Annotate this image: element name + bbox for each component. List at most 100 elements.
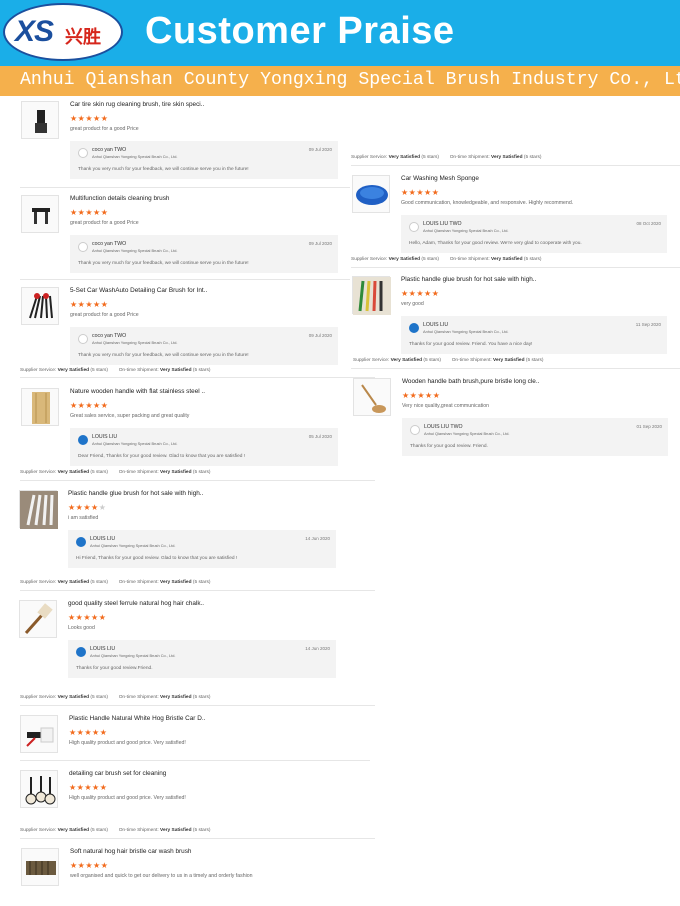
seller-reply: LOUIS LIU Anhui Qianshan Yongxing Specia… xyxy=(401,316,667,354)
seller-reply: coco yan TWO Anhui Qianshan Yongxing Spe… xyxy=(70,141,338,179)
supplier-rating-line: Supplier Service: Very Satisfied (5 star… xyxy=(20,470,211,475)
avatar xyxy=(76,537,86,547)
company-logo: XS 兴胜 xyxy=(3,3,123,61)
reply-author: LOUIS LIU xyxy=(92,434,118,440)
product-thumbnail[interactable] xyxy=(19,600,57,638)
product-thumbnail[interactable] xyxy=(21,848,59,886)
review-item: Plastic Handle Natural White Hog Bristle… xyxy=(20,715,350,755)
product-title[interactable]: Soft natural hog hair bristle car wash b… xyxy=(70,848,192,855)
product-thumbnail[interactable] xyxy=(20,770,58,808)
reply-date: 05 Jul 2020 xyxy=(308,434,332,439)
product-thumbnail[interactable] xyxy=(21,101,59,139)
divider xyxy=(20,705,375,706)
product-thumbnail[interactable] xyxy=(21,388,59,426)
product-thumbnail[interactable] xyxy=(19,490,58,529)
avatar xyxy=(78,435,88,445)
reply-date: 08 Oct 2020 xyxy=(636,221,661,226)
product-thumbnail[interactable] xyxy=(21,195,59,233)
divider xyxy=(20,377,375,378)
seller-reply: LOUIS LIU Anhui Qianshan Yongxing Specia… xyxy=(68,530,336,568)
reply-text: Thank you very much for your feedback, w… xyxy=(78,167,249,172)
product-title[interactable]: Car tire skin rug cleaning brush, tire s… xyxy=(70,101,204,108)
divider xyxy=(20,838,375,839)
product-title[interactable]: 5-Set Car WashAuto Detailing Car Brush f… xyxy=(70,287,207,294)
product-thumbnail[interactable] xyxy=(352,276,391,315)
review-item: Soft natural hog hair bristle car wash b… xyxy=(21,848,351,888)
review-comment: well organised and quick to get our deli… xyxy=(70,873,253,879)
divider xyxy=(351,368,680,369)
divider xyxy=(20,480,375,481)
star-rating: ★★★★★ xyxy=(401,289,440,298)
reply-company: Anhui Qianshan Yongxing Special Brush Co… xyxy=(424,431,510,436)
avatar xyxy=(78,334,88,344)
product-title[interactable]: good quality steel ferrule natural hog h… xyxy=(68,600,204,607)
reply-company: Anhui Qianshan Yongxing Special Brush Co… xyxy=(92,154,178,159)
reply-text: Thanks for your good review.Friend. xyxy=(76,666,153,671)
reply-company: Anhui Qianshan Yongxing Special Brush Co… xyxy=(90,543,176,548)
avatar xyxy=(409,222,419,232)
company-bar: Anhui Qianshan County Yongxing Special B… xyxy=(0,66,680,96)
review-item: Plastic handle glue brush for hot sale w… xyxy=(19,490,349,572)
supplier-rating-line: Supplier Service: Very Satisfied (5 star… xyxy=(20,828,211,833)
reply-author: LOUIS LIU TWO xyxy=(424,424,463,430)
reply-author: coco yan TWO xyxy=(92,333,127,339)
seller-reply: LOUIS LIU Anhui Qianshan Yongxing Specia… xyxy=(68,640,336,678)
reply-company: Anhui Qianshan Yongxing Special Brush Co… xyxy=(423,329,509,334)
reply-text: Hello, Adam, Thanks for your good review… xyxy=(409,241,582,246)
product-title[interactable]: Multifunction details cleaning brush xyxy=(70,195,169,202)
review-item: Wooden handle bath brush,pure bristle lo… xyxy=(353,378,680,460)
review-comment: High quality product and good price. Ver… xyxy=(69,795,186,801)
reply-company: Anhui Qianshan Yongxing Special Brush Co… xyxy=(92,340,178,345)
review-item: Plastic handle glue brush for hot sale w… xyxy=(352,276,680,358)
review-item: Multifunction details cleaning brush ★★★… xyxy=(21,195,351,277)
seller-reply: LOUIS LIU TWO Anhui Qianshan Yongxing Sp… xyxy=(402,418,668,456)
product-thumbnail[interactable] xyxy=(21,287,59,325)
review-item: Nature wooden handle with flat stainless… xyxy=(21,388,351,470)
seller-reply: LOUIS LIU TWO Anhui Qianshan Yongxing Sp… xyxy=(401,215,667,253)
product-title[interactable]: Plastic handle glue brush for hot sale w… xyxy=(68,490,203,497)
star-rating: ★★★★★ xyxy=(68,613,107,622)
product-title[interactable]: Plastic Handle Natural White Hog Bristle… xyxy=(69,715,205,722)
product-title[interactable]: Wooden handle bath brush,pure bristle lo… xyxy=(402,378,539,385)
supplier-rating-line: Supplier Service: Very Satisfied (5 star… xyxy=(20,368,211,373)
divider xyxy=(351,267,680,268)
product-thumbnail[interactable] xyxy=(353,378,391,416)
reply-text: Thanks for your good review. Friend. You… xyxy=(409,342,533,347)
product-thumbnail[interactable] xyxy=(20,715,58,753)
star-rating: ★★★★★ xyxy=(68,503,107,512)
header-banner: XS 兴胜 Customer Praise xyxy=(0,0,680,66)
reply-text: Hi Friend, Thanks for your good review. … xyxy=(76,556,238,561)
product-title[interactable]: Nature wooden handle with flat stainless… xyxy=(70,388,205,395)
reply-company: Anhui Qianshan Yongxing Special Brush Co… xyxy=(90,653,176,658)
reply-author: LOUIS LIU xyxy=(90,646,116,652)
company-name: Anhui Qianshan County Yongxing Special B… xyxy=(20,70,680,90)
reply-date: 09 Jul 2020 xyxy=(308,333,332,338)
product-thumbnail[interactable] xyxy=(352,175,390,213)
divider xyxy=(20,187,350,188)
review-comment: great product for a good Price xyxy=(70,220,139,226)
product-title[interactable]: detailing car brush set for cleaning xyxy=(69,770,166,777)
star-rating: ★★★★★ xyxy=(69,783,108,792)
seller-reply: LOUIS LIU Anhui Qianshan Yongxing Specia… xyxy=(70,428,338,466)
reply-date: 09 Jul 2020 xyxy=(308,241,332,246)
product-title[interactable]: Car Washing Mesh Sponge xyxy=(401,175,479,182)
review-item: Car tire skin rug cleaning brush, tire s… xyxy=(21,101,351,183)
reply-author: LOUIS LIU TWO xyxy=(423,221,462,227)
review-comment: Looks good xyxy=(68,625,95,631)
divider xyxy=(20,760,370,761)
star-rating: ★★★★★ xyxy=(70,208,109,217)
reply-date: 14 Jun 2020 xyxy=(305,646,330,651)
product-title[interactable]: Plastic handle glue brush for hot sale w… xyxy=(401,276,536,283)
supplier-rating-line: Supplier Service: Very Satisfied (5 star… xyxy=(353,358,544,363)
page-title: Customer Praise xyxy=(145,10,455,52)
review-comment: High quality product and good price. Ver… xyxy=(69,740,186,746)
avatar xyxy=(409,323,419,333)
reply-date: 09 Jul 2020 xyxy=(308,147,332,152)
star-rating: ★★★★★ xyxy=(70,114,109,123)
review-comment: Good communication, knowledgeable, and r… xyxy=(401,200,574,206)
seller-reply: coco yan TWO Anhui Qianshan Yongxing Spe… xyxy=(70,327,338,365)
divider xyxy=(20,279,350,280)
review-comment: Great sales service, super packing and g… xyxy=(70,413,190,419)
supplier-rating-line: Supplier Service: Very Satisfied (5 star… xyxy=(351,257,542,262)
divider xyxy=(20,590,375,591)
